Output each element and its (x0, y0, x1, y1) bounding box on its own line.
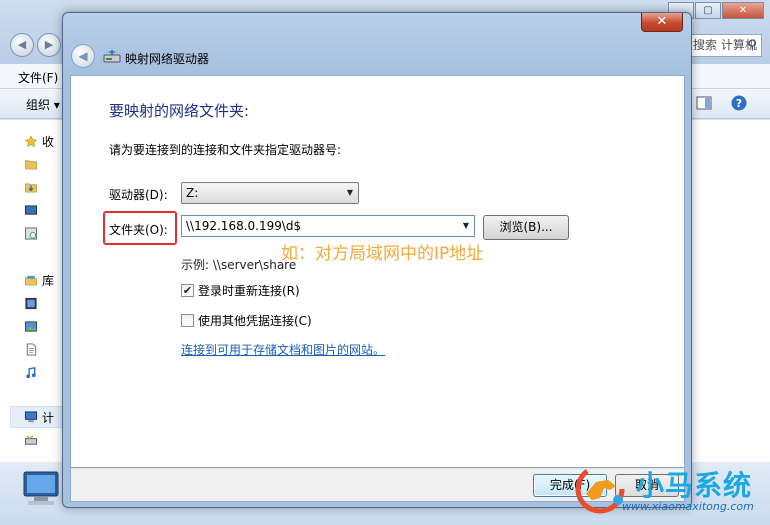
preview-pane-icon[interactable] (696, 95, 712, 111)
reconnect-checkbox-row[interactable]: ✔ 登录时重新连接(R) (181, 282, 300, 299)
picture-icon (24, 320, 38, 332)
menu-file[interactable]: 文件(F) (18, 69, 58, 86)
watermark-brand: 小马系统 (636, 469, 753, 502)
star-icon (24, 134, 38, 147)
large-computer-icon (23, 471, 59, 505)
back-arrow-icon[interactable]: ◀ (71, 44, 95, 68)
folder-highlight-box (103, 211, 177, 245)
document-icon (26, 342, 37, 356)
chevron-down-icon: ▼ (346, 188, 354, 197)
dialog-close-button[interactable]: ✕ (641, 13, 683, 32)
sidebar-item-label: 计 (42, 410, 55, 425)
example-text: 示例: \\server\share (181, 258, 297, 272)
help-icon[interactable]: ? (731, 95, 747, 111)
sidebar-item-desktop[interactable] (24, 201, 58, 219)
sidebar-item-pictures[interactable] (24, 317, 58, 335)
folder-path-value: \\192.168.0.199\d$ (186, 219, 302, 233)
browse-button[interactable]: 浏览(B)... (483, 215, 569, 240)
folder-icon (25, 160, 37, 169)
back-arrow-icon[interactable]: ◀ (10, 33, 34, 57)
dialog-body: 要映射的网络文件夹: 请为要连接到的连接和文件夹指定驱动器号: 驱动器(D): … (70, 75, 685, 468)
sidebar-item-favorites[interactable]: 收 (24, 132, 58, 150)
watermark: 小马系统 www.xiaomaxitong.com (574, 462, 764, 518)
network-drive-icon (103, 50, 121, 63)
watermark-url: www.xiaomaxitong.com (622, 500, 754, 513)
desktop-icon (24, 204, 38, 215)
sidebar-item-folder[interactable] (24, 155, 58, 173)
reconnect-label: 登录时重新连接(R) (198, 284, 300, 298)
instruction-text: 请为要连接到的连接和文件夹指定驱动器号: (109, 143, 342, 157)
forward-arrow-icon[interactable]: ▶ (37, 33, 61, 57)
maximize-icon[interactable]: ▢ (695, 2, 721, 19)
computer-icon (24, 410, 38, 422)
sidebar-item-drive[interactable] (24, 431, 58, 449)
other-credentials-label: 使用其他凭据连接(C) (198, 314, 312, 328)
sidebar-item-libraries[interactable]: 库 (24, 271, 58, 289)
svg-text:?: ? (736, 97, 742, 110)
page-heading: 要映射的网络文件夹: (109, 102, 250, 120)
sidebar-item-recent[interactable] (24, 224, 58, 242)
recent-places-icon (24, 226, 38, 240)
other-credentials-checkbox[interactable] (181, 314, 194, 327)
dialog-title: 映射网络驱动器 (125, 52, 210, 66)
drive-icon (24, 434, 38, 445)
drive-letter-select[interactable]: Z: ▼ (181, 182, 359, 204)
search-icon: ⚲ (747, 38, 757, 53)
sidebar-item-downloads[interactable] (24, 178, 58, 196)
video-icon (25, 297, 37, 309)
organize-button[interactable]: 组织 ▾ (26, 96, 60, 113)
storage-website-link[interactable]: 连接到可用于存储文档和图片的网站。 (181, 341, 385, 358)
drive-letter-value: Z: (186, 186, 199, 200)
search-input[interactable]: 搜索 计算机 ⚲ (690, 34, 762, 57)
sidebar-item-music[interactable] (24, 363, 58, 381)
dialog-header: ◀ 映射网络驱动器 (69, 40, 685, 74)
sidebar-item-label: 收 (42, 134, 55, 149)
sidebar-item-documents[interactable] (24, 340, 58, 358)
sidebar-item-label: 库 (42, 273, 55, 288)
chevron-down-icon[interactable]: ▼ (458, 216, 474, 236)
folder-path-input[interactable]: \\192.168.0.199\d$ ▼ (181, 215, 475, 237)
reconnect-checkbox[interactable]: ✔ (181, 284, 194, 297)
download-folder-icon (25, 183, 37, 192)
music-icon (26, 366, 36, 378)
close-icon[interactable]: ✕ (722, 2, 764, 19)
library-icon (25, 275, 37, 285)
other-credentials-checkbox-row[interactable]: 使用其他凭据连接(C) (181, 312, 312, 329)
sidebar-item-videos[interactable] (24, 294, 58, 312)
map-network-drive-dialog: ✕ ◀ 映射网络驱动器 要映射的网络文件夹: 请为要连接到的连接和文件夹指定驱动… (62, 12, 692, 508)
sidebar-item-computer[interactable]: 计 (24, 408, 58, 426)
explorer-nav-buttons: ◀ ▶ (10, 33, 64, 57)
ip-annotation: 如：对方局域网中的IP地址 (281, 244, 484, 264)
drive-label: 驱动器(D): (109, 188, 168, 202)
